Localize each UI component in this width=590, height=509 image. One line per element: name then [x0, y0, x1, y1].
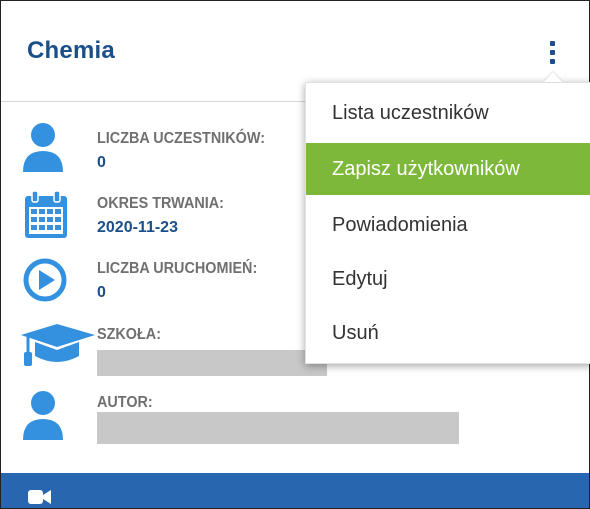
school-label: SZKOŁA:	[97, 326, 161, 343]
launches-value: 0	[97, 284, 106, 301]
participants-value: 0	[97, 154, 106, 171]
calendar-icon	[25, 190, 67, 238]
launches-label: LICZBA URUCHOMIEŃ:	[97, 260, 258, 277]
menu-item-delete[interactable]: Usuń	[306, 307, 590, 359]
dropdown-caret	[544, 72, 562, 82]
card-title: Chemia	[27, 37, 115, 64]
author-label: AUTOR:	[97, 394, 153, 411]
duration-label: OKRES TRWANIA:	[97, 195, 224, 212]
menu-item-enroll-users[interactable]: Zapisz użytkowników	[306, 143, 590, 195]
video-camera-icon[interactable]	[28, 488, 52, 506]
graduation-cap-icon	[21, 324, 95, 366]
user-icon	[23, 391, 63, 440]
school-value-redacted	[97, 350, 327, 376]
duration-value: 2020-11-23	[97, 219, 178, 236]
play-circle-icon	[23, 258, 67, 302]
card-footer	[1, 473, 589, 508]
user-icon	[23, 123, 63, 172]
context-menu: Lista uczestników Zapisz użytkowników Po…	[305, 82, 590, 364]
menu-item-notifications[interactable]: Powiadomienia	[306, 199, 590, 251]
menu-item-edit[interactable]: Edytuj	[306, 253, 590, 305]
author-value-redacted	[97, 412, 459, 444]
vertical-ellipsis-icon[interactable]	[542, 37, 564, 67]
participants-label: LICZBA UCZESTNIKÓW:	[97, 130, 265, 147]
menu-item-participants-list[interactable]: Lista uczestników	[306, 87, 590, 139]
